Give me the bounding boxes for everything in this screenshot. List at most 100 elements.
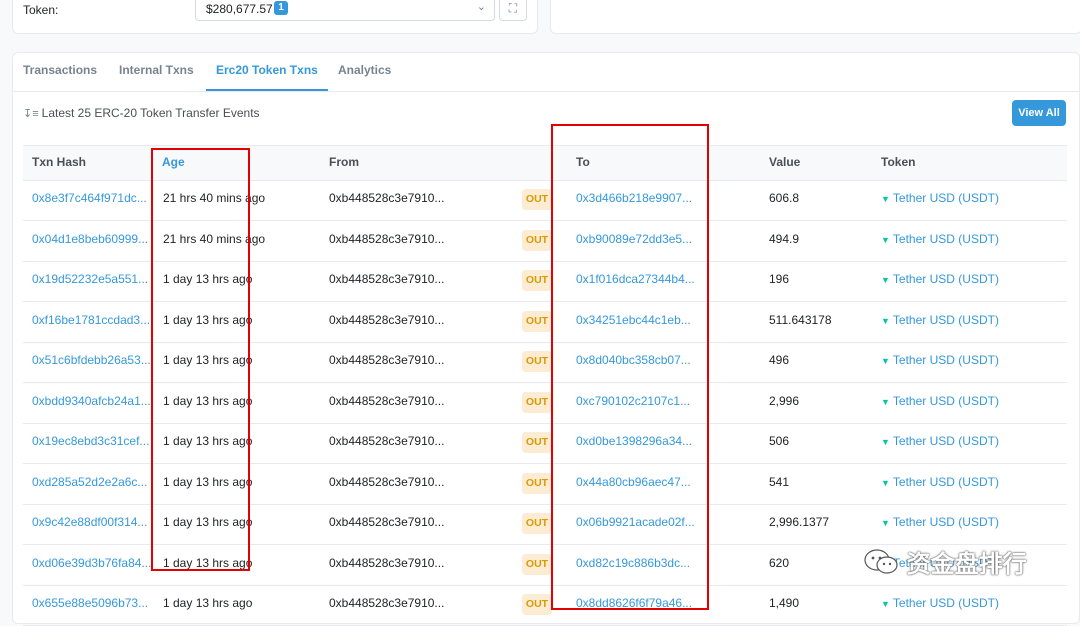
value-cell: 506 (769, 434, 790, 448)
tab-analytics[interactable]: Analytics (328, 53, 401, 89)
direction-badge: OUT (522, 189, 552, 210)
tether-icon: ▼ (881, 477, 890, 488)
age-cell: 1 day 13 hrs ago (163, 596, 253, 610)
events-caption: ↧≡ Latest 25 ERC-20 Token Transfer Events (23, 106, 260, 120)
token-link[interactable]: ▼Tether USD (USDT) (881, 272, 999, 286)
token-name: Tether USD (USDT) (892, 353, 999, 367)
token-count-badge: 1 (274, 1, 288, 15)
expand-button[interactable]: ⛶ (499, 0, 527, 21)
chevron-down-icon: ⌄ (476, 1, 486, 13)
txn-hash-link[interactable]: 0xd285a52d2e2a6c... (32, 475, 147, 489)
col-from: From (329, 155, 359, 169)
value-cell: 2,996.1377 (769, 515, 830, 529)
watermark-text: 资金盘排行 (906, 551, 1027, 578)
txn-hash-link[interactable]: 0x8e3f7c464f971dc... (32, 191, 147, 205)
tether-icon: ▼ (881, 315, 890, 326)
tether-icon: ▼ (881, 396, 890, 407)
token-link[interactable]: ▼Tether USD (USDT) (881, 191, 999, 205)
tab-transactions[interactable]: Transactions (13, 53, 107, 89)
token-link[interactable]: ▼Tether USD (USDT) (881, 313, 999, 327)
from-address[interactable]: 0xb448528c3e7910... (329, 394, 444, 408)
events-caption-text: Latest 25 ERC-20 Token Transfer Events (41, 106, 260, 120)
value-cell: 494.9 (769, 231, 800, 246)
tether-icon: ▼ (881, 356, 890, 366)
from-address[interactable]: 0xb448528c3e7910... (329, 272, 444, 286)
token-name: Tether USD (USDT) (892, 474, 999, 489)
from-address[interactable]: 0xb448528c3e7910... (329, 232, 444, 246)
tether-icon: ▼ (881, 275, 890, 285)
value-cell: 1,490 (769, 596, 800, 610)
token-link[interactable]: ▼Tether USD (USDT) (881, 394, 999, 408)
view-all-button[interactable]: View All (1012, 100, 1066, 126)
txn-hash-link[interactable]: 0xd06e39d3b76fa84... (32, 556, 151, 570)
tether-icon: ▼ (881, 194, 890, 204)
direction-badge: OUT (522, 553, 552, 575)
sort-desc-icon: ↧≡ (23, 108, 39, 120)
from-address[interactable]: 0xb448528c3e7910... (329, 434, 444, 448)
token-name: Tether USD (USDT) (892, 312, 999, 327)
from-address[interactable]: 0xb448528c3e7910... (329, 556, 444, 570)
table-row: 0x655e88e5096b73... 1 day 13 hrs ago 0xb44… (23, 585, 1067, 626)
txn-hash-link[interactable]: 0x19ec8ebd3c31cef... (32, 434, 149, 448)
value-cell: 620 (769, 555, 790, 570)
token-link[interactable]: ▼Tether USD (USDT) (881, 475, 999, 489)
value-cell: 2,996 (769, 393, 800, 408)
token-name: Tether USD (USDT) (892, 596, 999, 610)
expand-icon: ⛶ (508, 1, 518, 15)
from-address[interactable]: 0xb448528c3e7910... (329, 475, 444, 489)
token-summary-card: Token: $280,677.57 1 ⌄ ⛶ (12, 0, 538, 34)
info-card-right (550, 0, 1080, 34)
to-highlight-box (551, 124, 709, 610)
tether-icon: ▼ (881, 599, 890, 609)
direction-badge: OUT (522, 351, 552, 372)
tab-internal-txns[interactable]: Internal Txns (109, 53, 204, 89)
txn-hash-link[interactable]: 0x9c42e88df00f314... (32, 515, 147, 529)
token-link[interactable]: ▼Tether USD (USDT) (881, 434, 999, 448)
from-address[interactable]: 0xb448528c3e7910... (329, 191, 444, 205)
direction-badge: OUT (522, 472, 552, 494)
token-link[interactable]: ▼Tether USD (USDT) (881, 353, 999, 367)
direction-badge: OUT (522, 391, 552, 413)
col-token: Token (881, 155, 916, 169)
token-link[interactable]: ▼Tether USD (USDT) (881, 596, 999, 610)
txn-hash-link[interactable]: 0x51c6bfdebb26a53... (32, 353, 151, 367)
value-cell: 541 (769, 474, 790, 489)
value-cell: 496 (769, 353, 790, 367)
txn-hash-link[interactable]: 0x19d52232e5a551... (32, 272, 148, 286)
token-value: $280,677.57 (206, 2, 273, 16)
tether-icon: ▼ (881, 518, 890, 528)
tether-icon: ▼ (881, 437, 890, 447)
age-highlight-box (151, 148, 250, 571)
token-name: Tether USD (USDT) (892, 515, 999, 529)
txn-hash-link[interactable]: 0x655e88e5096b73... (32, 596, 148, 610)
token-label: Token: (23, 3, 59, 17)
tab-erc20-token-txns[interactable]: Erc20 Token Txns (206, 53, 328, 91)
token-name: Tether USD (USDT) (892, 434, 999, 448)
token-name: Tether USD (USDT) (892, 191, 999, 205)
token-link[interactable]: ▼Tether USD (USDT) (881, 232, 999, 246)
tab-bar: Transactions Internal Txns Erc20 Token T… (13, 53, 1079, 92)
tether-icon: ▼ (881, 234, 890, 245)
token-name: Tether USD (USDT) (892, 231, 999, 246)
direction-badge: OUT (522, 594, 552, 615)
direction-badge: OUT (522, 229, 552, 251)
value-cell: 196 (769, 272, 790, 286)
from-address[interactable]: 0xb448528c3e7910... (329, 596, 444, 610)
wechat-icon (864, 548, 898, 574)
token-link[interactable]: ▼Tether USD (USDT) (881, 515, 999, 529)
txn-hash-link[interactable]: 0xbdd9340afcb24a1... (32, 394, 151, 408)
from-address[interactable]: 0xb448528c3e7910... (329, 313, 444, 327)
watermark: 资金盘排行 (862, 544, 1052, 584)
txn-hash-link[interactable]: 0xf16be1781ccdad3... (32, 313, 150, 327)
direction-badge: OUT (522, 513, 552, 534)
direction-badge: OUT (522, 310, 552, 332)
txn-hash-link[interactable]: 0x04d1e8beb60999... (32, 232, 148, 246)
from-address[interactable]: 0xb448528c3e7910... (329, 515, 444, 529)
token-dropdown[interactable]: $280,677.57 1 ⌄ (195, 0, 495, 21)
value-cell: 511.643178 (769, 312, 832, 327)
token-name: Tether USD (USDT) (892, 272, 999, 286)
direction-badge: OUT (522, 270, 552, 291)
value-cell: 606.8 (769, 191, 800, 205)
direction-badge: OUT (522, 432, 552, 453)
from-address[interactable]: 0xb448528c3e7910... (329, 353, 444, 367)
